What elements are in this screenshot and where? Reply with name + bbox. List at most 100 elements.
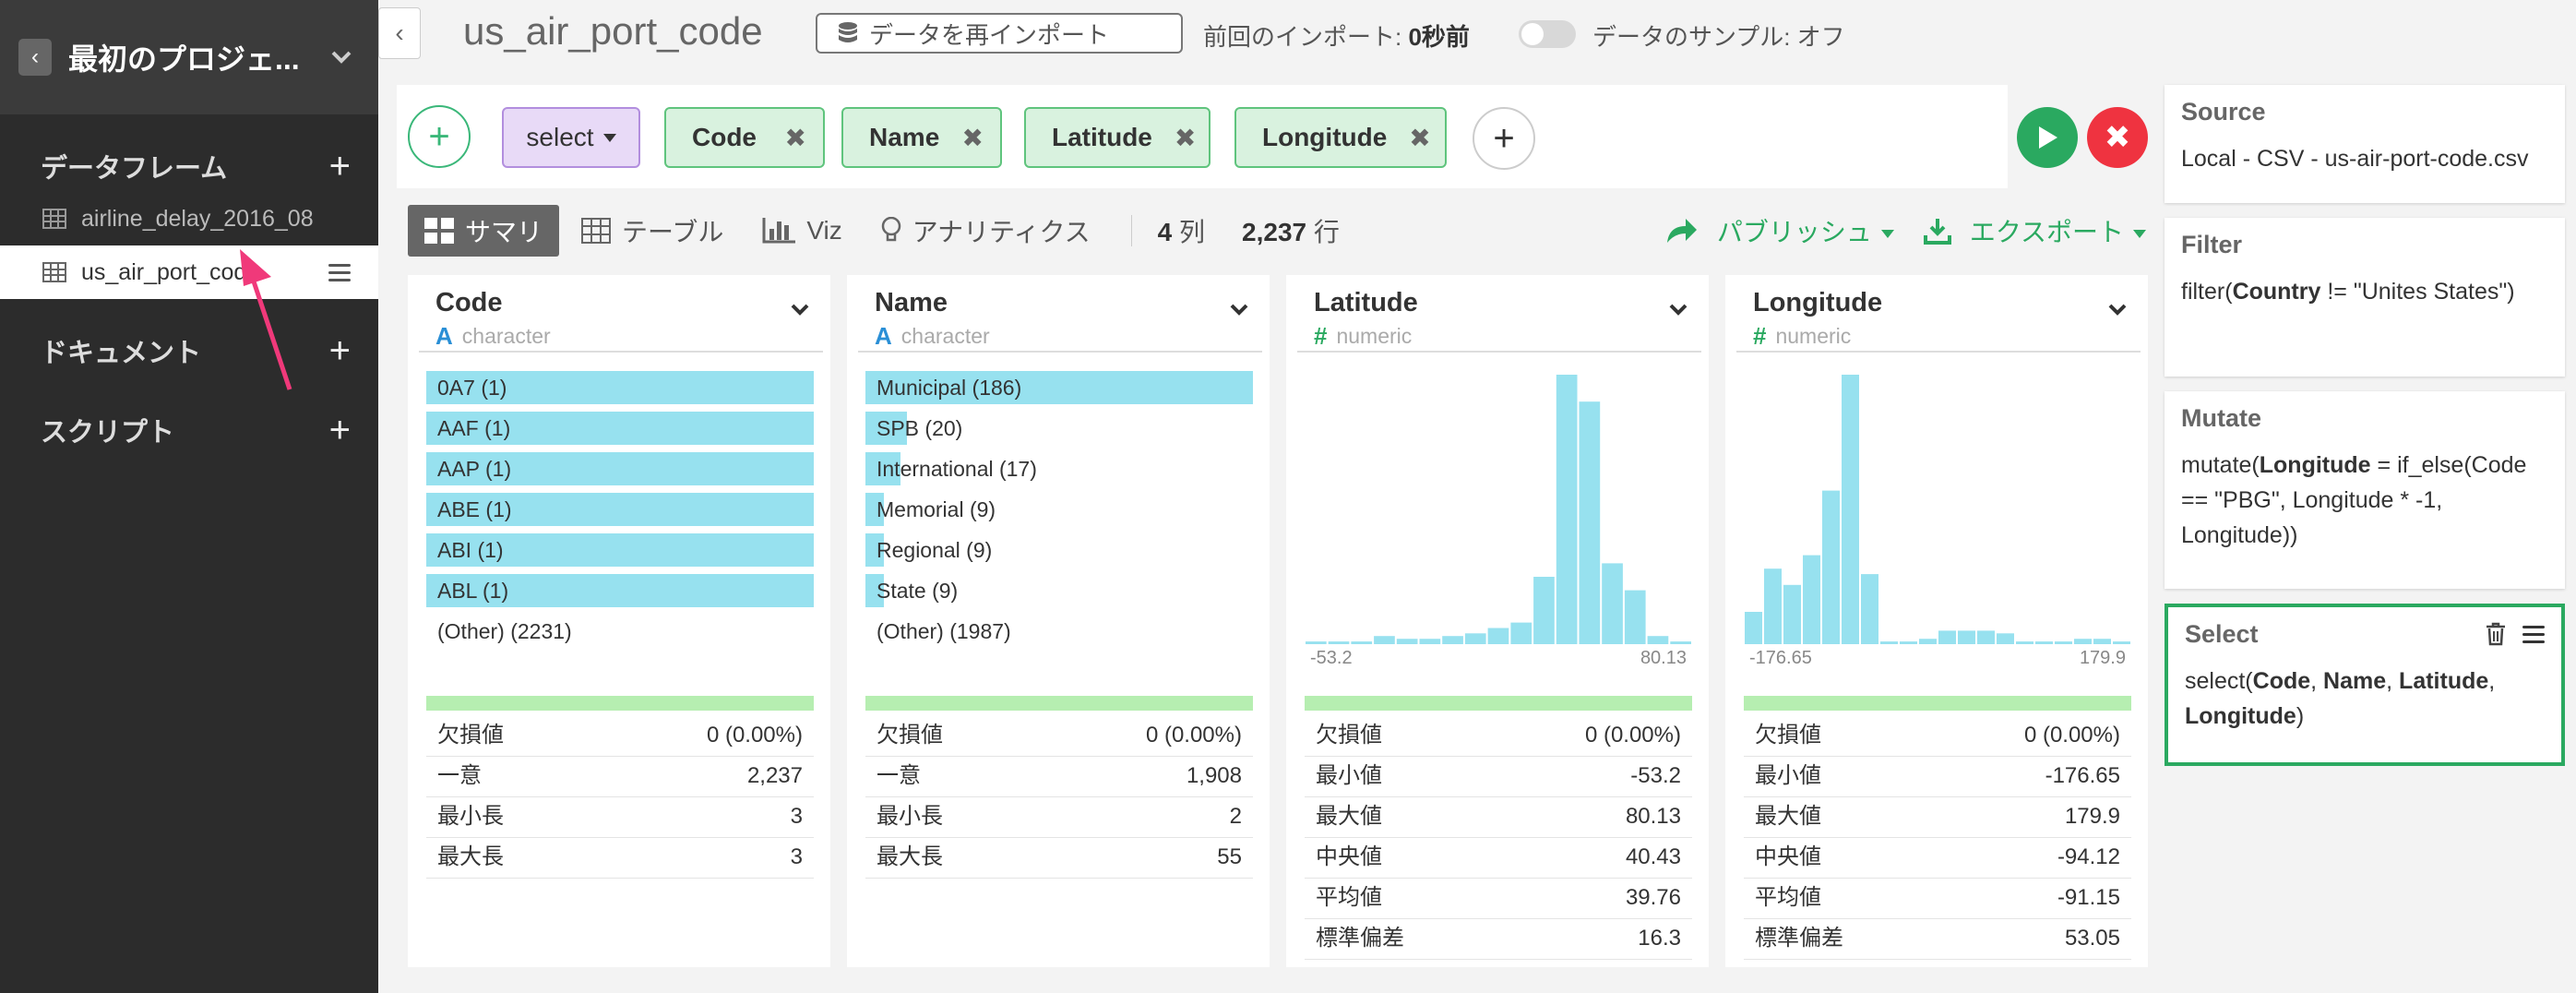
chevron-down-icon[interactable]	[330, 50, 352, 65]
run-button[interactable]	[2017, 107, 2078, 168]
step-mutate[interactable]: Mutate mutate(Longitude = if_else(Code =…	[2165, 391, 2565, 589]
histogram-bar[interactable]	[2074, 639, 2092, 644]
remove-icon[interactable]: ✖	[962, 123, 984, 153]
histogram-bar[interactable]	[1579, 401, 1601, 644]
histogram-bar[interactable]	[1419, 639, 1441, 644]
histogram-bar[interactable]	[1487, 628, 1509, 645]
tab-table[interactable]: テーブル	[565, 205, 740, 257]
add-column-button[interactable]: +	[1473, 107, 1535, 170]
add-script-icon[interactable]: +	[329, 410, 351, 451]
hamburger-menu-icon[interactable]	[328, 263, 351, 281]
histogram-bar[interactable]	[1464, 633, 1486, 644]
histogram-bar[interactable]	[1822, 490, 1840, 644]
export-button[interactable]: エクスポート	[1961, 212, 2146, 249]
remove-icon[interactable]: ✖	[1175, 123, 1196, 153]
collapse-sidebar-button[interactable]: ‹	[378, 7, 421, 59]
tab-summary[interactable]: サマリ	[408, 205, 560, 257]
frequency-bar[interactable]: (Other) (2231)	[426, 615, 814, 648]
frequency-bar[interactable]: ABI (1)	[426, 533, 814, 567]
table-icon	[42, 262, 66, 282]
column-chip-latitude[interactable]: Latitude ✖	[1024, 107, 1210, 168]
histogram-bar[interactable]	[1958, 630, 1975, 644]
frequency-bar[interactable]: 0A7 (1)	[426, 371, 814, 404]
histogram-bar[interactable]	[1783, 584, 1801, 644]
add-step-button[interactable]: +	[408, 105, 471, 168]
cancel-button[interactable]: ✖	[2087, 107, 2148, 168]
histogram-bar[interactable]	[1919, 639, 1937, 644]
frequency-bar[interactable]: (Other) (1987)	[865, 615, 1253, 648]
step-filter[interactable]: Filter filter(Country != "Unites States"…	[2165, 218, 2565, 377]
column-chip-name[interactable]: Name ✖	[841, 107, 1002, 168]
frequency-bar[interactable]: ABL (1)	[426, 574, 814, 607]
hamburger-menu-icon[interactable]	[2522, 625, 2545, 643]
histogram-bar[interactable]	[1938, 630, 1956, 644]
chevron-down-icon[interactable]	[1668, 303, 1688, 317]
histogram-bar[interactable]	[1510, 622, 1532, 644]
remove-icon[interactable]: ✖	[785, 123, 806, 153]
step-source[interactable]: Source Local - CSV - us-air-port-code.cs…	[2165, 85, 2565, 203]
sidebar-item-airline-delay[interactable]: airline_delay_2016_08	[0, 192, 378, 245]
publish-button[interactable]: パブリッシュ	[1708, 212, 1894, 249]
histogram-bar[interactable]	[1861, 574, 1878, 644]
histogram-bar[interactable]	[1900, 641, 1917, 644]
histogram-bar[interactable]	[1670, 641, 1691, 644]
histogram-bar[interactable]	[2035, 641, 2053, 644]
frequency-bars: 0A7 (1) AAF (1) AAP (1) ABE (1) ABI (1) ABL (…	[426, 371, 814, 648]
histogram-bar[interactable]	[1842, 375, 1859, 644]
column-name: Code	[435, 288, 503, 317]
tab-viz[interactable]: Viz	[745, 205, 858, 257]
histogram-bar[interactable]	[1306, 641, 1327, 644]
histogram-bar[interactable]	[1533, 577, 1555, 644]
remove-icon[interactable]: ✖	[1409, 123, 1430, 153]
add-dataframe-icon[interactable]: +	[329, 146, 351, 187]
histogram-bar[interactable]	[2113, 641, 2130, 644]
frequency-bar[interactable]: Regional (9)	[865, 533, 1253, 567]
histogram-bar[interactable]	[2016, 641, 2033, 644]
bar-label: (Other) (1987)	[877, 619, 1011, 643]
stat-row: 最大値 179.9	[1744, 797, 2131, 838]
sidebar-item-us-air-port-code[interactable]: us_air_port_code	[0, 245, 378, 299]
frequency-bar[interactable]: State (9)	[865, 574, 1253, 607]
histogram-bar[interactable]	[2093, 639, 2111, 644]
histogram-bar[interactable]	[1647, 636, 1669, 644]
frequency-bar[interactable]: Memorial (9)	[865, 493, 1253, 526]
trash-icon[interactable]	[2486, 622, 2506, 646]
frequency-bar[interactable]: AAF (1)	[426, 412, 814, 445]
chevron-down-icon[interactable]	[790, 303, 810, 317]
histogram-bar[interactable]	[1764, 568, 1782, 644]
project-header[interactable]: ‹ 最初のプロジェ...	[0, 0, 378, 114]
project-title[interactable]: 最初のプロジェ...	[68, 36, 317, 78]
histogram-bar[interactable]	[1396, 639, 1418, 644]
frequency-bar[interactable]: SPB (20)	[865, 412, 1253, 445]
histogram-bar[interactable]	[1374, 636, 1395, 644]
histogram-bar[interactable]	[1745, 612, 1762, 644]
histogram-bar[interactable]	[1977, 630, 1995, 644]
histogram-bar[interactable]	[1624, 590, 1646, 644]
histogram-bar[interactable]	[1442, 636, 1463, 644]
reimport-button[interactable]: データを再インポート	[816, 13, 1183, 54]
histogram-bar[interactable]	[1328, 641, 1350, 644]
tab-analytics[interactable]: アナリティクス	[865, 205, 1107, 257]
function-selector[interactable]: select	[502, 107, 640, 168]
histogram-bar[interactable]	[1880, 641, 1898, 644]
frequency-bar[interactable]: International (17)	[865, 452, 1253, 485]
histogram-bar[interactable]	[1351, 641, 1373, 644]
frequency-bar[interactable]: ABE (1)	[426, 493, 814, 526]
histogram-bar[interactable]	[1803, 555, 1820, 644]
column-chip-code[interactable]: Code ✖	[664, 107, 825, 168]
chevron-down-icon[interactable]	[1229, 303, 1249, 317]
card-header: Name Acharacter	[858, 275, 1262, 353]
histogram-bar[interactable]	[1556, 375, 1578, 644]
step-select[interactable]: Select select(Code, Name, Latitude, Long…	[2165, 604, 2565, 766]
frequency-bar[interactable]: AAP (1)	[426, 452, 814, 485]
histogram-bar[interactable]	[1997, 633, 2014, 644]
chevron-down-icon[interactable]	[2107, 303, 2128, 317]
add-document-icon[interactable]: +	[329, 330, 351, 372]
histogram-bar[interactable]	[1602, 563, 1623, 644]
column-chip-longitude[interactable]: Longitude ✖	[1234, 107, 1447, 168]
frequency-bar[interactable]: Municipal (186)	[865, 371, 1253, 404]
histogram-bar[interactable]	[2055, 641, 2072, 644]
stat-value: 53.05	[2064, 926, 2120, 951]
back-icon[interactable]: ‹	[18, 39, 52, 76]
sample-toggle[interactable]	[1519, 20, 1576, 48]
